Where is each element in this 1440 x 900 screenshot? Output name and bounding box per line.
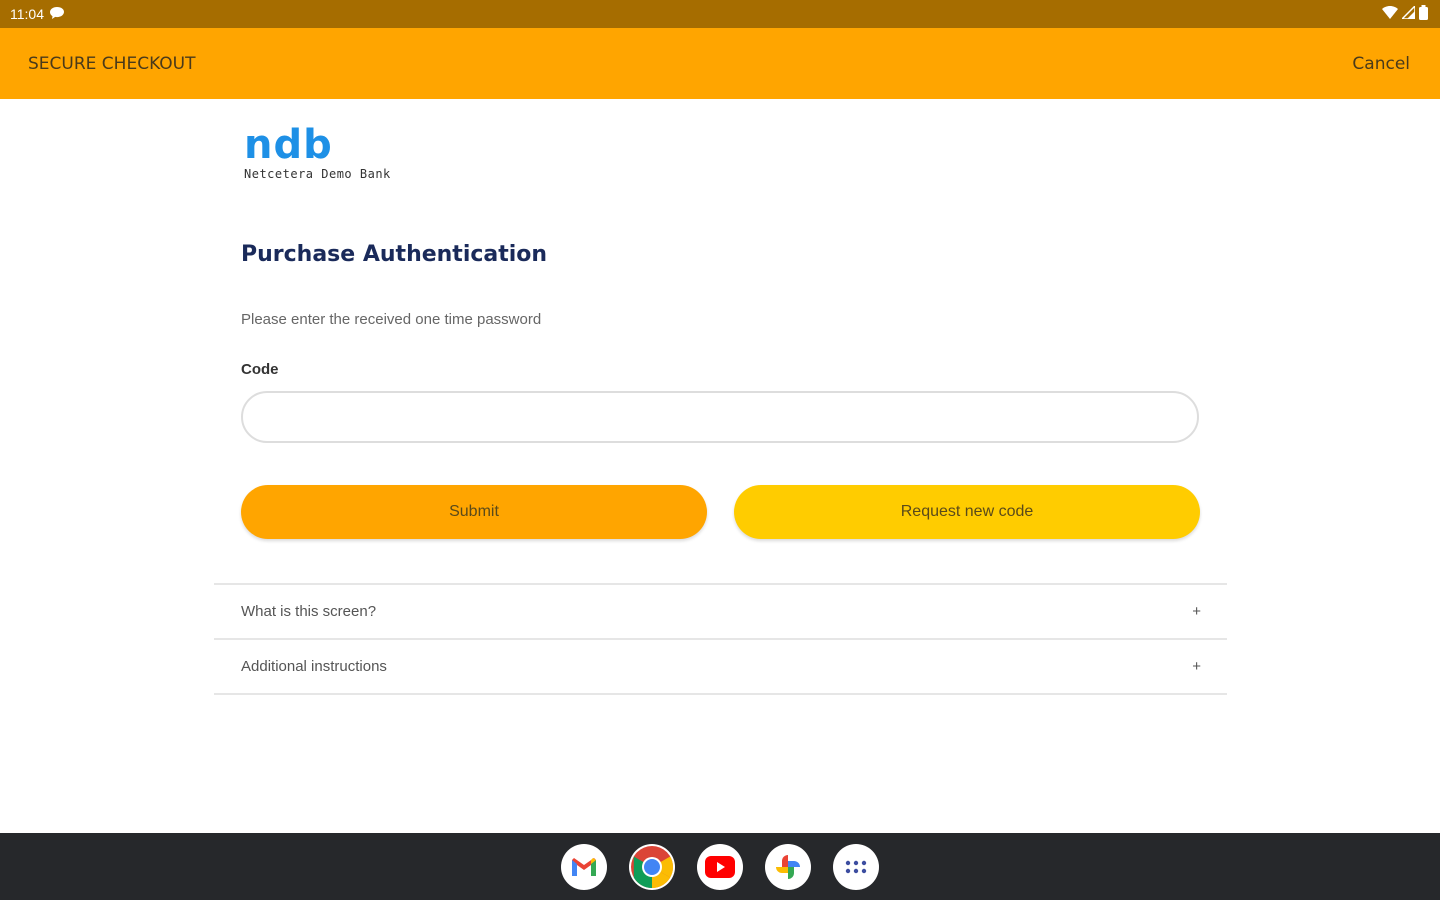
photos-icon[interactable] [765,843,811,890]
instruction-text: Please enter the received one time passw… [241,311,542,328]
expand-plus-icon: + [1192,658,1201,675]
accordion-label: Additional instructions [241,658,387,675]
request-new-code-button[interactable]: Request new code [734,485,1200,539]
app-bar: SECURE CHECKOUT Cancel [0,28,1440,99]
accordion-label: What is this screen? [241,603,377,620]
youtube-icon[interactable] [697,843,743,890]
message-notification-icon [50,6,64,22]
status-bar: 11:04 [0,0,1440,28]
status-left: 11:04 [10,6,64,22]
cell-signal-icon [1400,4,1416,22]
cancel-button[interactable]: Cancel [1352,54,1410,74]
bank-logo-mark: ndb [244,122,333,168]
accordion-what-is-this-screen[interactable]: What is this screen? + [214,585,1227,640]
submit-button[interactable]: Submit [241,485,707,539]
expand-plus-icon: + [1192,603,1201,620]
accordion-additional-instructions[interactable]: Additional instructions + [214,640,1227,695]
app-drawer-icon[interactable] [833,843,879,890]
code-input[interactable] [241,391,1199,443]
status-time: 11:04 [10,6,44,22]
gmail-icon[interactable] [561,843,607,890]
battery-icon [1419,5,1428,23]
bank-logo: ndb Netcetera Demo Bank [244,125,391,181]
bank-name: Netcetera Demo Bank [244,167,391,181]
info-accordion: What is this screen? + Additional instru… [214,583,1227,695]
chrome-icon[interactable] [629,843,675,890]
page-title: Purchase Authentication [241,242,548,267]
app-bar-title: SECURE CHECKOUT [28,53,196,74]
wifi-icon [1382,6,1398,22]
status-right [1382,4,1428,23]
taskbar [0,833,1440,900]
code-label: Code [241,361,279,378]
